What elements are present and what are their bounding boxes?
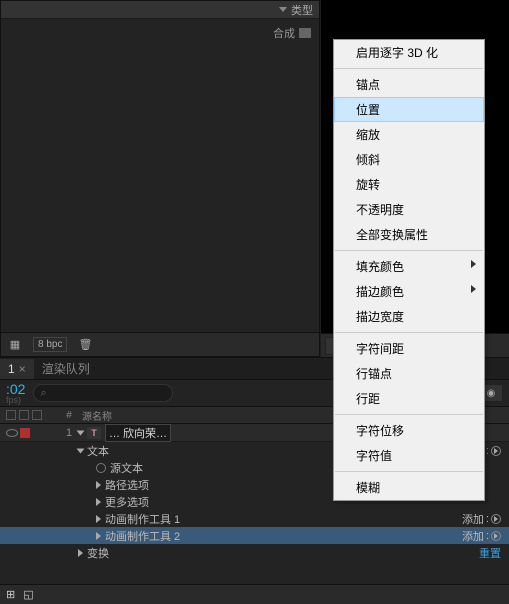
sort-icon[interactable] xyxy=(279,7,287,12)
menu-stroke-width[interactable]: 描边宽度 xyxy=(334,304,484,329)
twirl-icon[interactable] xyxy=(96,481,101,489)
more-options-label: 更多选项 xyxy=(105,494,149,510)
animator-1-row[interactable]: 动画制作工具 1 添加: xyxy=(0,510,509,527)
path-options-label: 路径选项 xyxy=(105,477,149,493)
composition-icon xyxy=(299,28,311,38)
project-items[interactable]: 合成 xyxy=(1,19,319,319)
submenu-arrow-icon xyxy=(471,260,476,268)
menu-rotation[interactable]: 旋转 xyxy=(334,172,484,197)
menu-fill-color[interactable]: 填充颜色 xyxy=(334,254,484,279)
transform-row[interactable]: 变换 重置 xyxy=(0,544,509,561)
menu-all-transform[interactable]: 全部变换属性 xyxy=(334,222,484,247)
menu-enable-3d[interactable]: 启用逐字 3D 化 xyxy=(334,40,484,65)
twirl-icon[interactable] xyxy=(77,448,85,453)
interpret-icon[interactable]: ▦ xyxy=(7,337,23,353)
menu-char-offset[interactable]: 字符位移 xyxy=(334,418,484,443)
project-footer: ▦ 8 bpc 🗑 xyxy=(1,332,319,356)
source-text-label: 源文本 xyxy=(110,460,143,476)
layer-name[interactable]: … 欣向荣… xyxy=(105,424,171,442)
bpc-button[interactable]: 8 bpc xyxy=(33,337,67,352)
text-layer-icon: T xyxy=(87,427,101,439)
label-color[interactable] xyxy=(20,428,30,438)
index-column: # xyxy=(60,410,78,421)
layer-name-cell[interactable]: T … 欣向荣… xyxy=(78,424,359,442)
animate-menu-icon xyxy=(491,446,501,456)
text-group-label: 文本 xyxy=(87,443,109,459)
menu-separator xyxy=(335,332,483,333)
toggle-switches-icon[interactable]: ⊞ xyxy=(6,588,15,601)
reset-button[interactable]: 重置 xyxy=(479,545,501,561)
menu-scale[interactable]: 缩放 xyxy=(334,122,484,147)
lock-header-icon[interactable] xyxy=(32,410,42,420)
project-item-row[interactable]: 合成 xyxy=(9,23,311,43)
timeline-footer: ⊞ ◱ xyxy=(0,584,509,604)
animator-1-label: 动画制作工具 1 xyxy=(105,511,180,527)
eye-header-icon[interactable] xyxy=(6,410,16,420)
item-type-label: 合成 xyxy=(273,25,295,41)
twirl-icon[interactable] xyxy=(78,549,83,557)
trash-icon[interactable]: 🗑 xyxy=(77,337,93,353)
timecode-display[interactable]: :02 fps) xyxy=(6,381,25,405)
menu-tracking[interactable]: 字符间距 xyxy=(334,336,484,361)
add-button[interactable]: 添加: xyxy=(462,511,501,527)
av-columns xyxy=(0,410,60,420)
menu-char-value[interactable]: 字符值 xyxy=(334,443,484,468)
menu-opacity[interactable]: 不透明度 xyxy=(334,197,484,222)
animator-2-label: 动画制作工具 2 xyxy=(105,528,180,544)
transform-label: 变换 xyxy=(87,545,109,561)
toggle-modes-icon[interactable]: ◱ xyxy=(23,588,33,601)
animate-context-menu: 启用逐字 3D 化 锚点 位置 缩放 倾斜 旋转 不透明度 全部变换属性 填充颜… xyxy=(333,39,485,501)
visibility-toggle[interactable] xyxy=(6,429,18,437)
menu-skew[interactable]: 倾斜 xyxy=(334,147,484,172)
menu-separator xyxy=(335,250,483,251)
twirl-icon[interactable] xyxy=(77,430,85,435)
animator-2-row[interactable]: 动画制作工具 2 添加: xyxy=(0,527,509,544)
layer-av xyxy=(0,428,60,438)
stopwatch-icon[interactable] xyxy=(96,463,106,473)
tab-label: 1 xyxy=(8,362,15,376)
source-name-column[interactable]: 源名称 xyxy=(78,408,359,423)
tab-render-queue[interactable]: 渲染队列 xyxy=(34,357,98,380)
menu-stroke-color[interactable]: 描边颜色 xyxy=(334,279,484,304)
type-column-label[interactable]: 类型 xyxy=(291,2,313,18)
submenu-arrow-icon xyxy=(471,285,476,293)
menu-separator xyxy=(335,471,483,472)
search-input[interactable]: ⌕ xyxy=(33,384,173,402)
layer-index: 1 xyxy=(60,427,78,439)
twirl-icon[interactable] xyxy=(96,532,101,540)
add-menu-icon xyxy=(491,514,501,524)
add-menu-icon xyxy=(491,531,501,541)
project-columns-header: 类型 xyxy=(1,1,319,19)
close-icon[interactable]: × xyxy=(19,362,26,376)
menu-separator xyxy=(335,414,483,415)
twirl-icon[interactable] xyxy=(96,498,101,506)
menu-line-spacing[interactable]: 行距 xyxy=(334,386,484,411)
twirl-icon[interactable] xyxy=(96,515,101,523)
solo-header-icon[interactable] xyxy=(19,410,29,420)
search-icon: ⌕ xyxy=(40,387,46,400)
project-panel: 类型 合成 ▦ 8 bpc 🗑 xyxy=(0,0,320,357)
menu-line-anchor[interactable]: 行锚点 xyxy=(334,361,484,386)
menu-separator xyxy=(335,68,483,69)
menu-anchor[interactable]: 锚点 xyxy=(334,72,484,97)
menu-position[interactable]: 位置 xyxy=(334,97,484,122)
tab-comp-1[interactable]: 1 × xyxy=(0,359,34,379)
add-button[interactable]: 添加: xyxy=(462,528,501,544)
menu-blur[interactable]: 模糊 xyxy=(334,475,484,500)
